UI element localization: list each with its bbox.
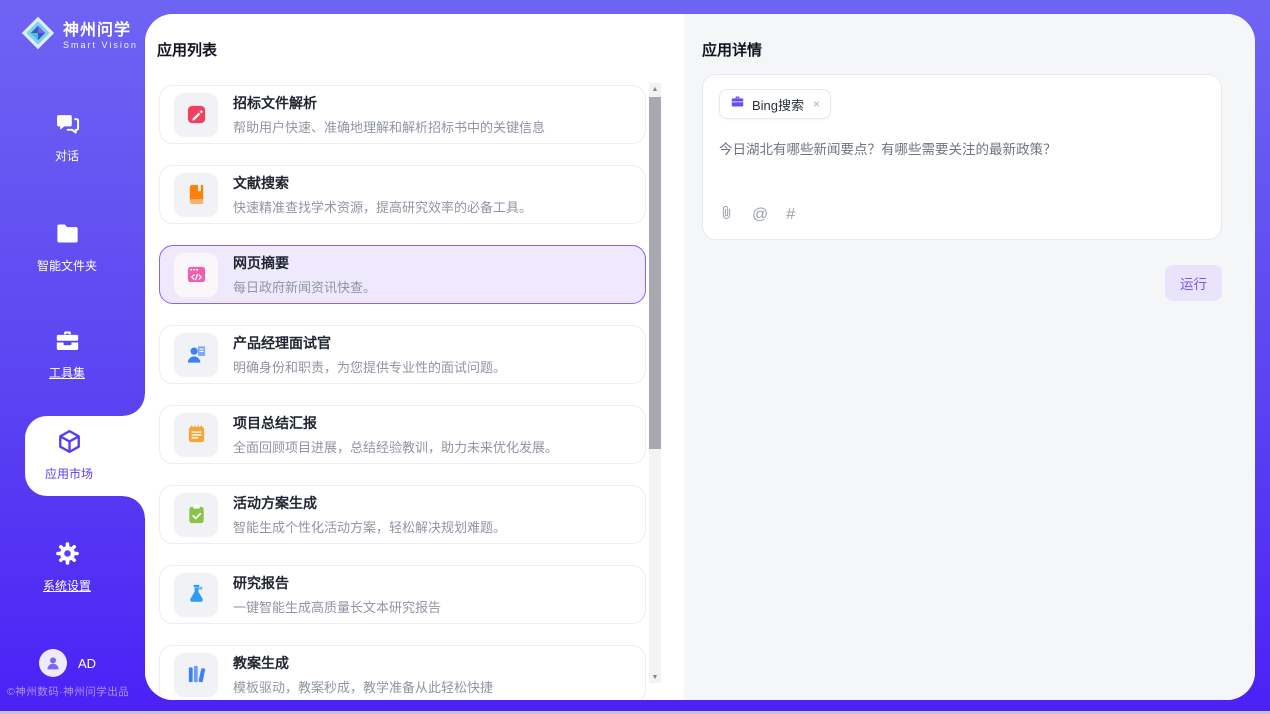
app-desc: 智能生成个性化活动方案，轻松解决规划难题。 [233,517,506,536]
sidebar-item-label: 系统设置 [0,577,134,594]
user-account[interactable]: AD [39,649,96,677]
sidebar-item-chat[interactable]: 对话 [0,110,134,164]
app-name: 产品经理面试官 [233,333,506,353]
sidebar: 神州问学 Smart Vision 对话 智能文件夹 工具集 [0,0,145,714]
app-card-activity-plan[interactable]: 活动方案生成 智能生成个性化活动方案，轻松解决规划难题。 [159,485,646,544]
browser-code-icon [174,253,218,297]
scrollbar-thumb[interactable] [649,97,661,449]
tool-tag-bing-search[interactable]: Bing搜索 × [719,89,831,119]
book-icon [174,173,218,217]
app-desc: 全面回顾项目进展，总结经验教训，助力未来优化发展。 [233,437,558,456]
prompt-input-card[interactable]: Bing搜索 × 今日湖北有哪些新闻要点？有哪些需要关注的最新政策？ @ # [702,74,1222,240]
copyright-footer: ©神州数码·神州问学出品 [7,684,129,699]
query-input[interactable]: 今日湖北有哪些新闻要点？有哪些需要关注的最新政策？ [719,140,1205,159]
brand-logo: 神州问学 Smart Vision [20,15,138,56]
app-desc: 每日政府新闻资讯快查。 [233,277,376,296]
books-icon [174,653,218,697]
app-card-research-report[interactable]: 研究报告 一键智能生成高质量长文本研究报告 [159,565,646,624]
note-icon [174,413,218,457]
clipboard-check-icon [174,493,218,537]
close-icon[interactable]: × [813,97,820,111]
run-row: 运行 [702,265,1222,301]
app-name: 招标文件解析 [233,93,545,113]
person-doc-icon [174,333,218,377]
hash-tag-icon[interactable]: # [786,207,795,223]
app-card-project-summary[interactable]: 项目总结汇报 全面回顾项目进展，总结经验教训，助力未来优化发展。 [159,405,646,464]
app-card-lesson-plan[interactable]: 教案生成 模板驱动，教案秒成，教学准备从此轻松快捷 [159,645,646,700]
sidebar-item-app-market[interactable]: 应用市场 [25,416,145,496]
app-name: 网页摘要 [233,253,376,273]
app-card-bid-parse[interactable]: 招标文件解析 帮助用户快速、准确地理解和解析招标书中的关键信息 [159,85,646,144]
app-desc: 帮助用户快速、准确地理解和解析招标书中的关键信息 [233,117,545,136]
app-list-title: 应用列表 [157,39,217,60]
app-card-literature-search[interactable]: 文献搜索 快速精准查找学术资源，提高研究效率的必备工具。 [159,165,646,224]
diamond-logo-icon [20,15,56,56]
run-button[interactable]: 运行 [1165,265,1222,301]
toolbox-icon [54,327,81,355]
app-desc: 明确身份和职责，为您提供专业性的面试问题。 [233,357,506,376]
app-list: 招标文件解析 帮助用户快速、准确地理解和解析招标书中的关键信息 文献搜索 快速精… [159,85,646,700]
sidebar-item-smart-folder[interactable]: 智能文件夹 [0,220,134,274]
briefcase-icon [730,94,745,114]
main-panel: 应用列表 招标文件解析 帮助用户快速、准确地理解和解析招标书中的关键信息 [145,14,1255,700]
list-scrollbar[interactable]: ▲ ▼ [649,83,661,683]
app-card-pm-interviewer[interactable]: 产品经理面试官 明确身份和职责，为您提供专业性的面试问题。 [159,325,646,384]
avatar [39,649,67,677]
sidebar-item-label: 对话 [0,147,134,164]
app-list-section: 应用列表 招标文件解析 帮助用户快速、准确地理解和解析招标书中的关键信息 [145,14,684,700]
brand-subtitle: Smart Vision [63,40,138,50]
gear-icon [54,540,81,568]
app-name: 活动方案生成 [233,493,506,513]
app-detail-section: 应用详情 Bing搜索 × 今日湖北有哪些新闻要点？有哪些需要关注的最新政策？ [684,14,1255,700]
app-desc: 一键智能生成高质量长文本研究报告 [233,597,441,616]
sidebar-item-toolset[interactable]: 工具集 [0,327,134,381]
sidebar-item-label: 应用市场 [25,465,113,482]
app-desc: 快速精准查找学术资源，提高研究效率的必备工具。 [233,197,532,216]
flask-icon [174,573,218,617]
app-name: 教案生成 [233,653,493,673]
folder-icon [54,220,81,248]
cube-icon [56,442,83,459]
sidebar-item-label: 智能文件夹 [0,257,134,274]
brand-name: 神州问学 [63,22,138,40]
app-name: 文献搜索 [233,173,532,193]
scroll-up-icon[interactable]: ▲ [649,83,661,95]
paperclip-icon[interactable] [719,204,734,226]
attachment-toolbar: @ # [719,204,795,226]
app-name: 研究报告 [233,573,441,593]
tool-tag-label: Bing搜索 [752,95,804,114]
sidebar-item-settings[interactable]: 系统设置 [0,540,134,594]
chat-icon [54,110,81,138]
user-initials: AD [78,656,96,671]
pen-square-icon [174,93,218,137]
scroll-down-icon[interactable]: ▼ [649,671,661,683]
sidebar-item-label: 工具集 [0,364,134,381]
app-desc: 模板驱动，教案秒成，教学准备从此轻松快捷 [233,677,493,696]
app-card-web-summary[interactable]: 网页摘要 每日政府新闻资讯快查。 [159,245,646,304]
app-name: 项目总结汇报 [233,413,558,433]
app-detail-title: 应用详情 [702,39,1222,60]
at-mention-icon[interactable]: @ [752,207,768,223]
